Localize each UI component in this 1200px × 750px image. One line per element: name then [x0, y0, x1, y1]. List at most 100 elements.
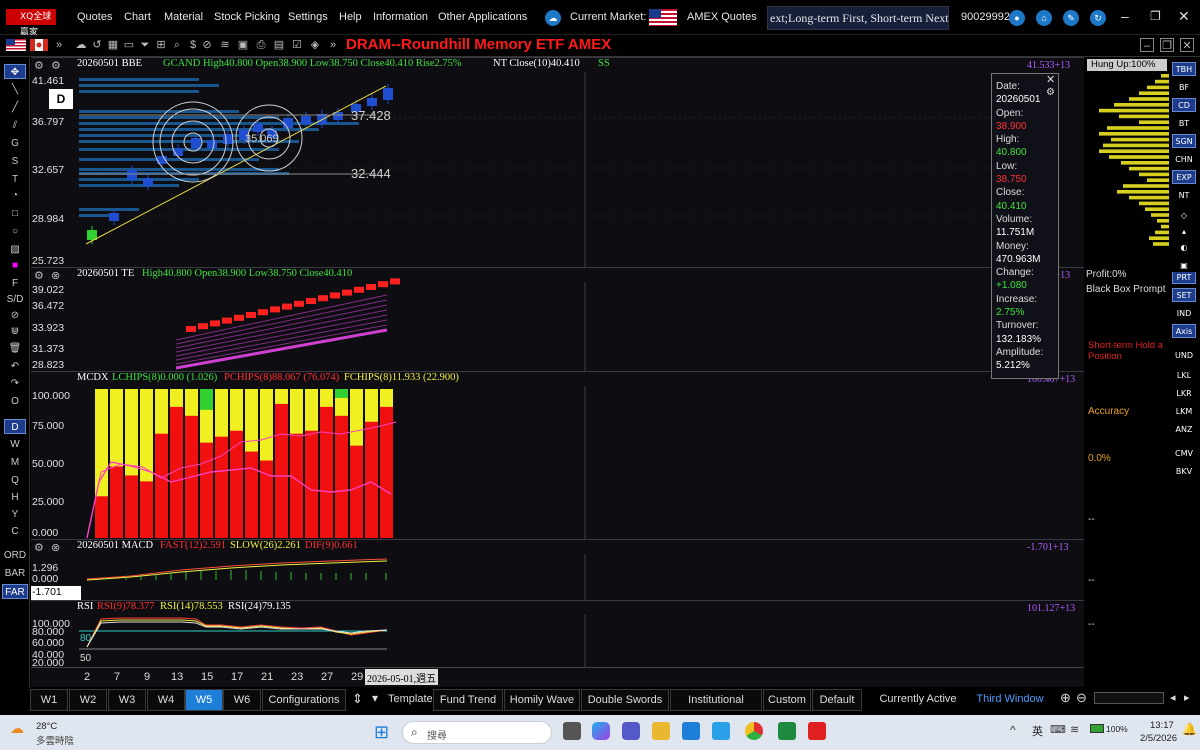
- period-quarterly[interactable]: Q: [4, 473, 26, 488]
- tool-lkm[interactable]: LKM: [1172, 404, 1196, 418]
- copilot-icon[interactable]: [592, 722, 610, 740]
- tab-double-swords[interactable]: Double Swords: [581, 689, 669, 711]
- tab-w6[interactable]: W6: [223, 689, 261, 711]
- mail-icon[interactable]: [682, 722, 700, 740]
- tab-template[interactable]: Template: [388, 689, 433, 711]
- weather-icon[interactable]: ☁: [10, 720, 24, 737]
- pane-close-icon[interactable]: ✕: [1180, 38, 1194, 52]
- sort-icon[interactable]: ⇕: [352, 691, 363, 707]
- far-button[interactable]: FAR: [2, 584, 28, 599]
- half-circle-icon[interactable]: ◐: [1172, 240, 1196, 254]
- candlestick-chart[interactable]: 37.428 32.444 35.069: [31, 58, 1084, 269]
- scroll-bar[interactable]: [1094, 692, 1164, 704]
- more-icon[interactable]: »: [326, 38, 340, 52]
- grid-icon[interactable]: ▦: [106, 38, 120, 52]
- tab-w5[interactable]: W5: [185, 689, 223, 711]
- tab-currently-active[interactable]: Currently Active Winc: [866, 689, 970, 711]
- tab-institutional-arbitrage[interactable]: Institutional Arbitra: [670, 689, 762, 711]
- tab-w3[interactable]: W3: [108, 689, 146, 711]
- tab-w2[interactable]: W2: [69, 689, 107, 711]
- undo-icon[interactable]: ↺: [90, 38, 104, 52]
- diamond-icon[interactable]: ◇: [1172, 208, 1196, 222]
- ime-icon[interactable]: ⌨: [1050, 723, 1066, 736]
- expand-icon[interactable]: »: [52, 38, 66, 52]
- pane-minimize-icon[interactable]: –: [1140, 38, 1154, 52]
- search-doc-icon[interactable]: ⌕: [170, 38, 184, 52]
- mcdx-chart-panel[interactable]: MCDX LCHIPS(8)0.000 (1.026) PCHIPS(8)88.…: [31, 371, 1084, 541]
- excel-icon[interactable]: [778, 722, 796, 740]
- rsi-chart-panel[interactable]: RSI RSI(9)78.377 RSI(14)78.553 RSI(24)79…: [31, 600, 1084, 669]
- tool-lkr[interactable]: LKR: [1172, 386, 1196, 400]
- print-icon[interactable]: ⎙: [254, 38, 268, 52]
- menu-settings[interactable]: Settings: [288, 11, 328, 23]
- redo-tool-icon[interactable]: ↷: [4, 376, 26, 391]
- period-weekly[interactable]: W: [4, 437, 26, 452]
- tool-nt[interactable]: NT: [1172, 188, 1196, 202]
- te-chart[interactable]: [31, 268, 1084, 373]
- chrome-icon[interactable]: [745, 722, 763, 740]
- hatch-tool-icon[interactable]: ▨: [4, 242, 26, 257]
- o-tool-icon[interactable]: O: [4, 394, 26, 409]
- flag-box-icon[interactable]: ▣: [1172, 258, 1196, 272]
- period-daily[interactable]: D: [4, 419, 26, 434]
- pane-restore-icon[interactable]: ❐: [1160, 38, 1174, 52]
- tool-exp[interactable]: EXP: [1172, 170, 1196, 184]
- tool-bf[interactable]: BF: [1172, 80, 1196, 94]
- menu-chart[interactable]: Chart: [124, 11, 151, 23]
- tab-w4[interactable]: W4: [147, 689, 185, 711]
- tool-axis[interactable]: Axis: [1172, 324, 1196, 338]
- wifi-icon[interactable]: ≋: [218, 38, 232, 52]
- tool-anz[interactable]: ANZ: [1172, 422, 1196, 436]
- refresh-icon[interactable]: ↻: [1090, 10, 1106, 26]
- t-tool-icon[interactable]: T: [4, 172, 26, 187]
- scroll-right-icon[interactable]: ▸: [1184, 691, 1190, 704]
- tool-bt[interactable]: BT: [1172, 116, 1196, 130]
- scroll-left-icon[interactable]: ◂: [1170, 691, 1176, 704]
- period-monthly[interactable]: M: [4, 455, 26, 470]
- save-icon[interactable]: ▤: [272, 38, 286, 52]
- bar-button[interactable]: BAR: [2, 566, 28, 581]
- macd-chart-panel[interactable]: ⚙ ⊗ 20260501 MACD FAST(12)2.591 SLOW(26)…: [31, 539, 1084, 602]
- rsi-chart[interactable]: [31, 601, 1084, 669]
- sd-tool-icon[interactable]: S/D: [4, 292, 26, 307]
- tab-third-window[interactable]: Third Window: [972, 689, 1048, 711]
- dollar-icon[interactable]: $: [186, 38, 200, 52]
- main-chart-panel[interactable]: ⚙ ⚙ 20260501 BBE GCAND High40.800 Open38…: [31, 57, 1084, 269]
- store-icon[interactable]: [712, 722, 730, 740]
- undo-tool-icon[interactable]: ↶: [4, 359, 26, 374]
- xq-app-icon[interactable]: [808, 722, 826, 740]
- rectangle-tool-icon[interactable]: □: [4, 206, 26, 221]
- input-language[interactable]: 英: [1032, 723, 1043, 739]
- ray-tool-icon[interactable]: ╱: [4, 100, 26, 115]
- calc-icon[interactable]: ⊞: [154, 38, 168, 52]
- g-tool-icon[interactable]: G: [4, 136, 26, 151]
- tool-und[interactable]: UND: [1172, 348, 1196, 362]
- menu-quotes[interactable]: Quotes: [77, 11, 112, 23]
- trash-icon[interactable]: 🗑: [4, 341, 26, 356]
- tray-expand-icon[interactable]: ^: [1010, 723, 1016, 737]
- wifi-tray-icon[interactable]: ≋: [1070, 723, 1079, 736]
- restore-icon[interactable]: ❐: [1150, 9, 1161, 23]
- home-icon[interactable]: ⌂: [1036, 10, 1052, 26]
- parallel-tool-icon[interactable]: ⫽: [4, 118, 26, 133]
- tool-bkv[interactable]: BKV: [1172, 464, 1196, 478]
- tool-chn[interactable]: CHN: [1172, 152, 1196, 166]
- clock-time[interactable]: 13:17: [1150, 720, 1174, 731]
- chevron-down-icon[interactable]: ▾: [372, 691, 378, 705]
- tab-fund-trend[interactable]: Fund Trend: [433, 689, 503, 711]
- tool-sgn[interactable]: SGN: [1172, 134, 1196, 148]
- move-tool-icon[interactable]: ✥: [4, 64, 26, 79]
- us-flag-icon[interactable]: [649, 9, 677, 26]
- tool-lkl[interactable]: LKL: [1172, 368, 1196, 382]
- info-settings-icon[interactable]: ⚙: [1046, 86, 1055, 99]
- briefcase-icon[interactable]: ▣: [236, 38, 250, 52]
- task-view-icon[interactable]: [563, 722, 581, 740]
- tool-set[interactable]: SET: [1172, 288, 1196, 302]
- battery-icon[interactable]: [1090, 724, 1104, 733]
- close-icon[interactable]: ✕: [1178, 8, 1190, 25]
- tab-configurations[interactable]: Configurations: [262, 689, 346, 711]
- minimize-icon[interactable]: –: [1121, 8, 1129, 24]
- arc-tool-icon[interactable]: ◔: [4, 188, 26, 203]
- teams-icon[interactable]: [622, 722, 640, 740]
- tab-default[interactable]: Default: [812, 689, 862, 711]
